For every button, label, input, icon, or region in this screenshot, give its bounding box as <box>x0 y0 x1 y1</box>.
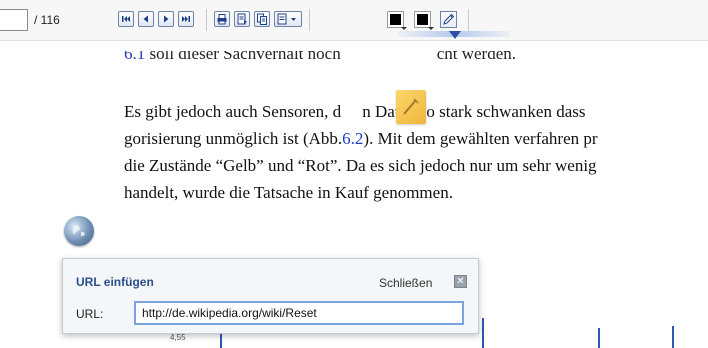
previous-page-button[interactable] <box>138 11 154 27</box>
copy-icon <box>257 13 267 25</box>
print-icon <box>217 14 227 25</box>
text-line: handelt, wurde die Tatsache in Kauf geno… <box>124 183 453 202</box>
toolbar-separator <box>206 9 207 31</box>
dialog-title: URL einfügen <box>76 275 154 289</box>
first-page-button[interactable] <box>118 11 134 27</box>
highlight-color-swatch <box>417 14 428 25</box>
sticky-note-icon[interactable] <box>396 90 426 124</box>
toolbar-separator <box>468 9 469 31</box>
down-arrow-icon <box>449 31 461 39</box>
close-link[interactable]: Schließen <box>379 276 432 290</box>
globe-icon[interactable] <box>64 216 94 246</box>
next-page-button[interactable] <box>158 11 174 27</box>
text-line: die Zustände “Gelb” und “Rot”. Da es sic… <box>124 156 597 175</box>
pencil-icon <box>443 13 455 25</box>
dropdown-arrow-icon <box>401 27 407 30</box>
chart-tick-label: 4,55 <box>170 333 186 342</box>
close-icon[interactable]: ✕ <box>454 275 467 288</box>
highlight-color-button[interactable] <box>414 11 434 30</box>
chart-axis-line <box>598 328 600 348</box>
page-number-input[interactable] <box>0 9 28 31</box>
section-reference[interactable]: 6.1 <box>124 51 145 63</box>
previous-page-icon <box>143 15 148 23</box>
insert-url-dialog: URL einfügen Schließen ✕ URL: <box>62 258 479 334</box>
chart-axis-line <box>672 326 674 348</box>
text-color-swatch <box>390 14 401 25</box>
toolbar: / 116 <box>0 0 708 41</box>
export-icon <box>237 13 247 25</box>
chart-axis-line <box>482 318 484 348</box>
text-line: gorisierung unmöglich ist (Abb.6.2). Mit… <box>124 129 598 148</box>
toolbar-separator <box>309 9 310 31</box>
dropdown-arrow-icon <box>428 27 434 30</box>
copy-button[interactable] <box>254 11 270 27</box>
text-color-button[interactable] <box>387 11 407 30</box>
export-button[interactable] <box>234 11 250 27</box>
next-page-icon <box>164 15 169 23</box>
last-page-icon <box>182 16 190 22</box>
figure-reference[interactable]: 6.2 <box>342 129 363 148</box>
page-scroll-marker[interactable] <box>398 31 510 39</box>
first-page-icon <box>122 16 130 22</box>
pencil-button[interactable] <box>440 11 457 28</box>
page-menu-icon <box>277 13 296 25</box>
print-button[interactable] <box>214 11 230 27</box>
page-total: / 116 <box>34 13 60 27</box>
page-menu-button[interactable] <box>274 11 302 27</box>
partial-text-line: 6.1 soll dieser Sachverhalt noch cht werd… <box>124 44 517 63</box>
url-label: URL: <box>76 307 104 321</box>
last-page-button[interactable] <box>178 11 194 27</box>
url-input[interactable] <box>134 301 464 325</box>
